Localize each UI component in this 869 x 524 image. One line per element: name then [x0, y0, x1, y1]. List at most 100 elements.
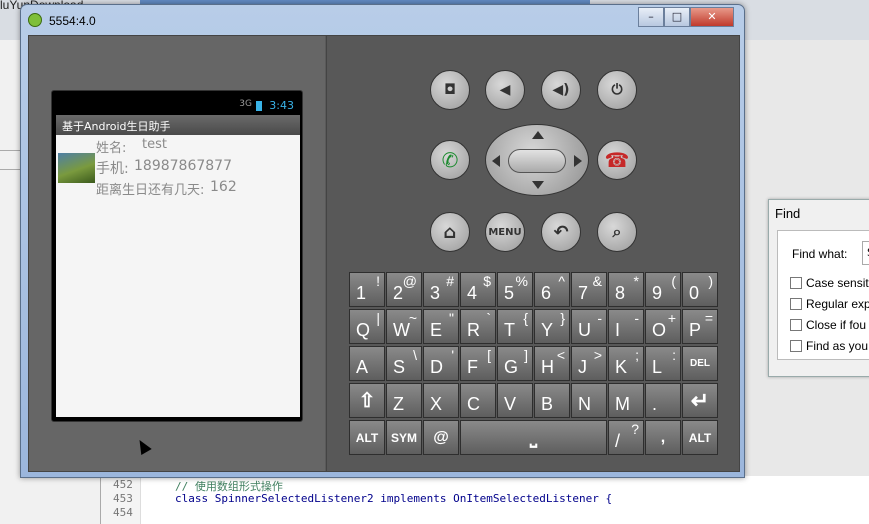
- menu-button[interactable]: MENU: [485, 212, 525, 252]
- key-f[interactable]: F[: [460, 346, 496, 381]
- key-label: D: [430, 357, 443, 377]
- minimize-button[interactable]: –: [638, 7, 664, 27]
- emulator-body: 3G 3:43 基于Android生日助手 姓名: test 手机: 18987…: [28, 35, 740, 472]
- close-button[interactable]: ✕: [690, 7, 734, 27]
- key-2[interactable]: 2 @: [386, 272, 422, 307]
- name-value: test: [142, 137, 167, 152]
- key-n[interactable]: N: [571, 383, 607, 418]
- shift-key[interactable]: ⇧: [349, 383, 385, 418]
- alt-left-key[interactable]: ALT: [349, 420, 385, 455]
- key-8[interactable]: 8 *: [608, 272, 644, 307]
- key-b[interactable]: B: [534, 383, 570, 418]
- key-label: 9: [652, 283, 663, 303]
- end-call-button[interactable]: ☎: [597, 140, 637, 180]
- key-z[interactable]: Z: [386, 383, 422, 418]
- phone-label: 手机:: [96, 161, 129, 177]
- key-i[interactable]: I-: [608, 309, 644, 344]
- key-alt-label: {: [523, 310, 528, 326]
- key-l[interactable]: L:: [645, 346, 681, 381]
- key-o[interactable]: O +: [645, 309, 681, 344]
- volume-up-button[interactable]: ◀): [541, 70, 581, 110]
- line-number: 453: [113, 492, 133, 505]
- dpad-up-icon[interactable]: [532, 131, 544, 139]
- volume-down-button[interactable]: ◀: [485, 70, 525, 110]
- status-clock: 3:43: [269, 99, 294, 112]
- key-r[interactable]: R `: [460, 309, 496, 344]
- key-h[interactable]: H <: [534, 346, 570, 381]
- key-w[interactable]: W ~: [386, 309, 422, 344]
- key-j[interactable]: J >: [571, 346, 607, 381]
- key-alt-label: (: [671, 273, 676, 289]
- regex-checkbox[interactable]: [790, 298, 802, 310]
- key-4[interactable]: 4 $: [460, 272, 496, 307]
- key-label: B: [541, 394, 554, 414]
- power-button[interactable]: ⏻: [597, 70, 637, 110]
- key-v[interactable]: V: [497, 383, 533, 418]
- call-button[interactable]: ✆: [430, 140, 470, 180]
- find-as-you-type-checkbox[interactable]: [790, 340, 802, 352]
- key-3[interactable]: 3 #: [423, 272, 459, 307]
- slash-key[interactable]: /?: [608, 420, 644, 455]
- key-t[interactable]: T{: [497, 309, 533, 344]
- alt-right-key[interactable]: ALT: [682, 420, 718, 455]
- key-c[interactable]: C: [460, 383, 496, 418]
- del-key[interactable]: DEL: [682, 346, 718, 381]
- maximize-button[interactable]: □: [664, 7, 690, 27]
- key-.[interactable]: .: [645, 383, 681, 418]
- search-button[interactable]: ⌕: [597, 212, 637, 252]
- key-s[interactable]: S \: [386, 346, 422, 381]
- key-9[interactable]: 9(: [645, 272, 681, 307]
- key-g[interactable]: G]: [497, 346, 533, 381]
- comma-key[interactable]: ,: [645, 420, 681, 455]
- key-m[interactable]: M: [608, 383, 644, 418]
- device-screen[interactable]: 3G 3:43 基于Android生日助手 姓名: test 手机: 18987…: [51, 90, 303, 456]
- dpad-left-icon[interactable]: [492, 155, 500, 167]
- space-key[interactable]: ⎵: [460, 420, 607, 455]
- find-what-input[interactable]: S: [862, 241, 869, 265]
- code-editor[interactable]: 452 // 使用数组形式操作 453 class SpinnerSelecte…: [100, 476, 869, 524]
- volume-down-icon: ◀: [499, 82, 511, 98]
- key-5[interactable]: 5%: [497, 272, 533, 307]
- key-u[interactable]: U-: [571, 309, 607, 344]
- search-icon: ⌕: [612, 222, 622, 241]
- sym-key[interactable]: SYM: [386, 420, 422, 455]
- key-a[interactable]: A: [349, 346, 385, 381]
- close-if-found-checkbox[interactable]: [790, 319, 802, 331]
- key-label: 1: [356, 283, 367, 303]
- find-dialog-title: Find: [775, 206, 801, 221]
- key-p[interactable]: P =: [682, 309, 718, 344]
- key-7[interactable]: 7 &: [571, 272, 607, 307]
- key-alt-label: -: [597, 310, 602, 326]
- code-line[interactable]: class SpinnerSelectedListener2 implement…: [175, 492, 612, 505]
- enter-key[interactable]: ↵: [682, 383, 718, 418]
- key-k[interactable]: K;: [608, 346, 644, 381]
- at-key[interactable]: @: [423, 420, 459, 455]
- list-item[interactable]: 姓名: test 手机: 18987867877 距离生日还有几天: 162: [56, 135, 300, 198]
- key-1[interactable]: 1!: [349, 272, 385, 307]
- dpad-right-icon[interactable]: [574, 155, 582, 167]
- key-label: E: [430, 320, 443, 340]
- key-label: H: [541, 357, 554, 377]
- dpad[interactable]: [485, 124, 589, 196]
- dpad-center-button[interactable]: [508, 149, 566, 173]
- case-sensitive-checkbox[interactable]: [790, 277, 802, 289]
- key-6[interactable]: 6 ^: [534, 272, 570, 307]
- key-e[interactable]: E ": [423, 309, 459, 344]
- key-label: G: [504, 357, 519, 377]
- key-d[interactable]: D ': [423, 346, 459, 381]
- home-button[interactable]: ⌂: [430, 212, 470, 252]
- key-q[interactable]: Q |: [349, 309, 385, 344]
- volume-up-icon: ◀): [552, 82, 570, 98]
- key-alt-label: ": [449, 310, 454, 326]
- find-what-label: Find what:: [792, 247, 848, 261]
- key-label: O: [652, 320, 667, 340]
- back-button[interactable]: ↶: [541, 212, 581, 252]
- key-x[interactable]: X: [423, 383, 459, 418]
- key-0[interactable]: 0): [682, 272, 718, 307]
- key-y[interactable]: Y}: [534, 309, 570, 344]
- key-label: R: [467, 320, 480, 340]
- key-label: 4: [467, 283, 478, 303]
- key-alt-label: %: [515, 273, 528, 289]
- camera-button[interactable]: ◘: [430, 70, 470, 110]
- dpad-down-icon[interactable]: [532, 181, 544, 189]
